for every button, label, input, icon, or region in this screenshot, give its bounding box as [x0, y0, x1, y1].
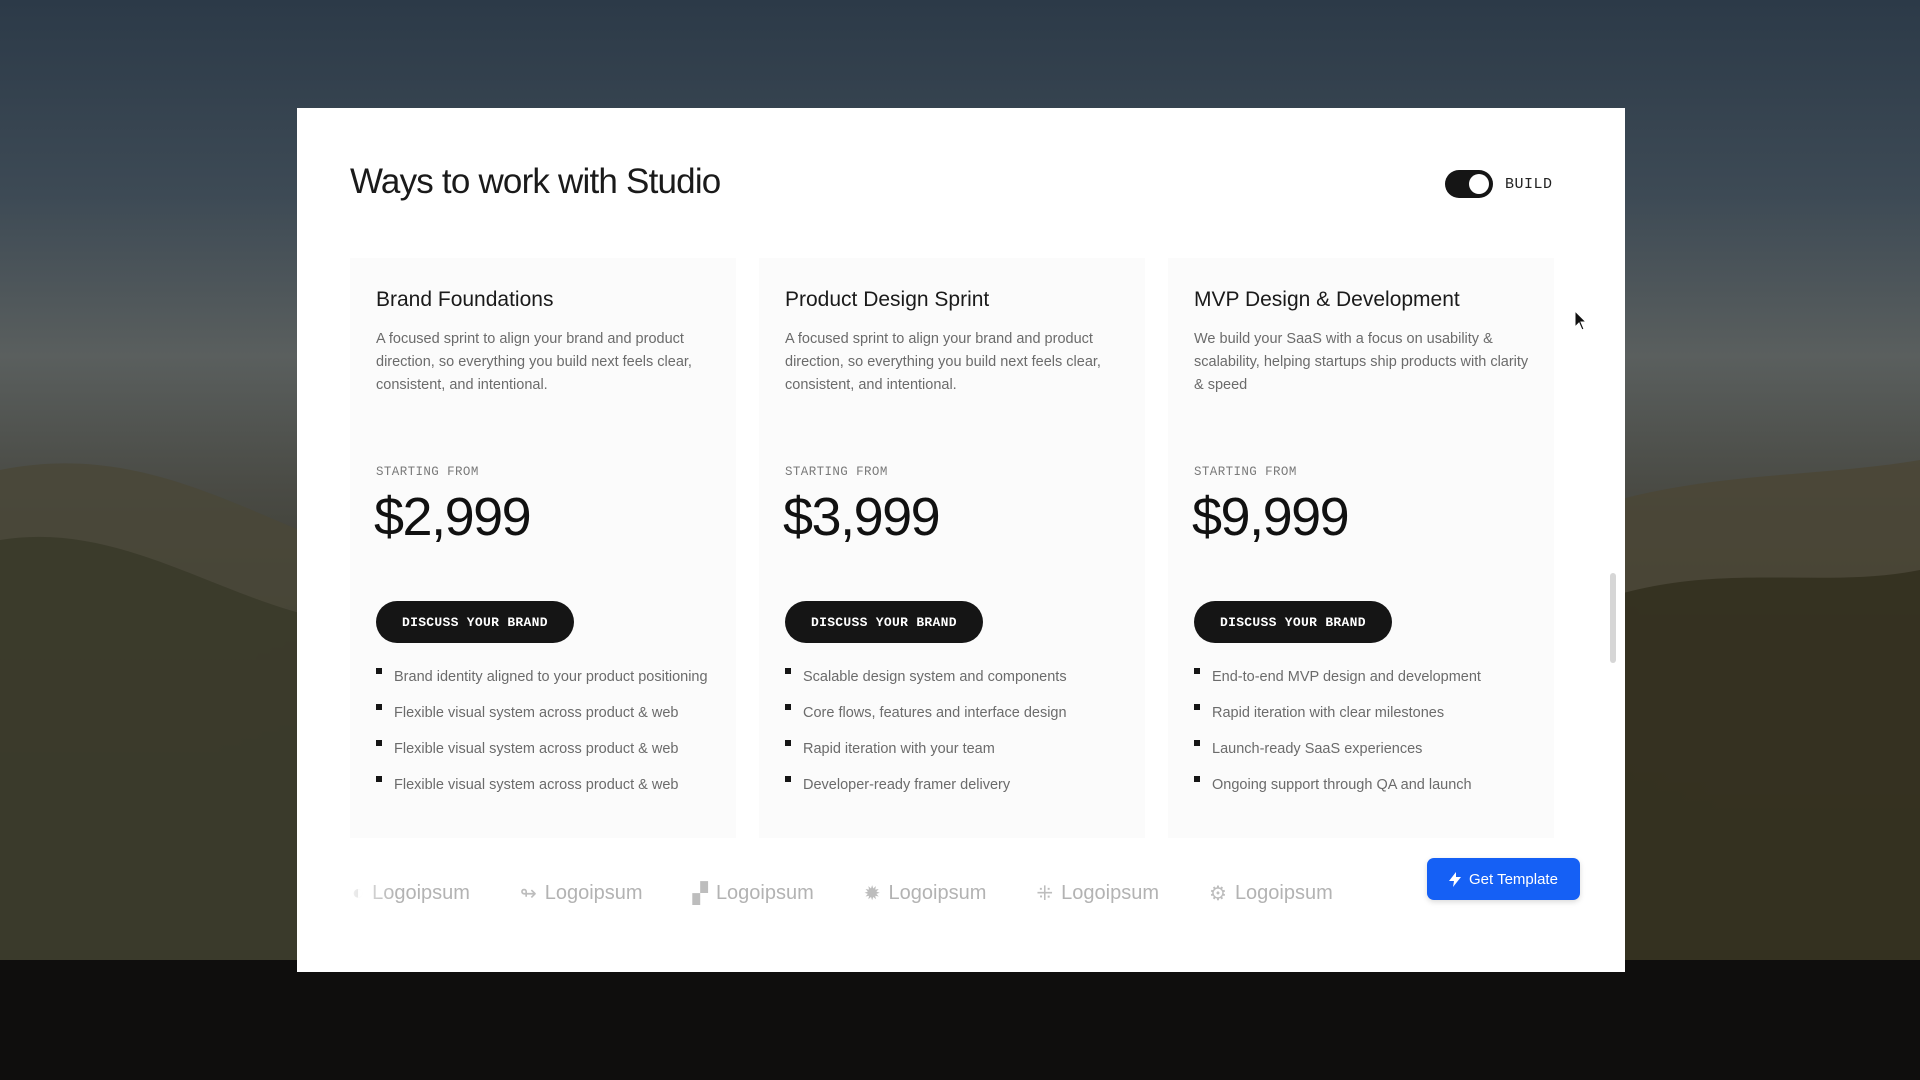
card-description: A focused sprint to align your brand and…	[376, 331, 692, 393]
swirl-logo-icon: ↬	[519, 882, 537, 905]
logo-name: Logoipsum	[888, 881, 987, 904]
logo-name: Logoipsum	[715, 881, 814, 904]
blocks-logo-icon: ▞	[692, 882, 708, 905]
card-title: MVP Design & Development	[1194, 288, 1460, 311]
bolt-icon	[1449, 871, 1461, 887]
starting-from-label: STARTING FROM	[376, 465, 479, 479]
discuss-brand-button[interactable]: DISCUSS YOUR BRAND	[785, 601, 983, 643]
logo-strip-fade	[337, 868, 397, 918]
card-description: We build your SaaS with a focus on usabi…	[1194, 331, 1529, 393]
starting-from-label: STARTING FROM	[1194, 465, 1297, 479]
partner-logo: ↬ Logoipsum	[520, 881, 643, 906]
feature-item: Core flows, features and interface desig…	[785, 702, 1125, 724]
feature-item: Ongoing support through QA and launch	[1194, 774, 1534, 796]
partner-logo: ⁜ Logoipsum	[1036, 881, 1159, 906]
feature-list: Scalable design system and components Co…	[785, 666, 1125, 810]
feature-item: Rapid iteration with clear milestones	[1194, 702, 1534, 724]
pricing-card-brand-foundations: Brand Foundations A focused sprint to al…	[350, 258, 736, 838]
card-price: $2,999	[374, 487, 532, 547]
logo-name: Logoipsum	[544, 881, 643, 904]
feature-item: Flexible visual system across product & …	[376, 774, 716, 796]
logo-name: Logoipsum	[1234, 881, 1333, 904]
starting-from-label: STARTING FROM	[785, 465, 888, 479]
partner-logo: ✹ Logoipsum	[864, 881, 987, 906]
feature-item: Flexible visual system across product & …	[376, 738, 716, 760]
feature-list: End-to-end MVP design and development Ra…	[1194, 666, 1534, 810]
feature-list: Brand identity aligned to your product p…	[376, 666, 716, 810]
card-description: A focused sprint to align your brand and…	[785, 331, 1101, 393]
build-toggle[interactable]	[1445, 170, 1493, 198]
pricing-card-mvp-design-development: MVP Design & Development We build your S…	[1168, 258, 1554, 838]
partner-logo: ▞ Logoipsum	[693, 881, 814, 906]
feature-item: Developer-ready framer delivery	[785, 774, 1125, 796]
toggle-label: BUILD	[1505, 175, 1553, 193]
get-template-label: Get Template	[1469, 870, 1558, 888]
feature-item: Rapid iteration with your team	[785, 738, 1125, 760]
toggle-knob	[1469, 174, 1489, 194]
partner-logo: ⚙ Logoipsum	[1209, 881, 1333, 906]
studio-window: Ways to work with Studio BUILD Brand Fou…	[297, 108, 1625, 972]
gear-logo-icon: ✹	[863, 882, 881, 905]
discuss-brand-button[interactable]: DISCUSS YOUR BRAND	[1194, 601, 1392, 643]
pricing-card-product-design-sprint: Product Design Sprint A focused sprint t…	[759, 258, 1145, 838]
sun-logo-icon: ⚙	[1209, 882, 1227, 905]
feature-item: Launch-ready SaaS experiences	[1194, 738, 1534, 760]
feature-item: Flexible visual system across product & …	[376, 702, 716, 724]
scrollbar-thumb[interactable]	[1610, 573, 1616, 663]
build-toggle-group: BUILD	[1445, 170, 1553, 198]
feature-item: Brand identity aligned to your product p…	[376, 666, 716, 688]
get-template-button[interactable]: Get Template	[1427, 858, 1580, 900]
grid-logo-icon: ⁜	[1036, 882, 1054, 905]
logo-strip: ◐ Logoipsum ↬ Logoipsum ▞ Logoipsum ✹ Lo…	[352, 873, 1467, 913]
feature-item: End-to-end MVP design and development	[1194, 666, 1534, 688]
card-title: Brand Foundations	[376, 288, 554, 311]
logo-name: Logoipsum	[1061, 881, 1159, 904]
mouse-cursor-icon	[1574, 310, 1588, 331]
page-title: Ways to work with Studio	[350, 162, 721, 201]
card-title: Product Design Sprint	[785, 288, 990, 311]
card-price: $3,999	[783, 487, 941, 547]
card-price: $9,999	[1192, 487, 1350, 547]
discuss-brand-button[interactable]: DISCUSS YOUR BRAND	[376, 601, 574, 643]
feature-item: Scalable design system and components	[785, 666, 1125, 688]
